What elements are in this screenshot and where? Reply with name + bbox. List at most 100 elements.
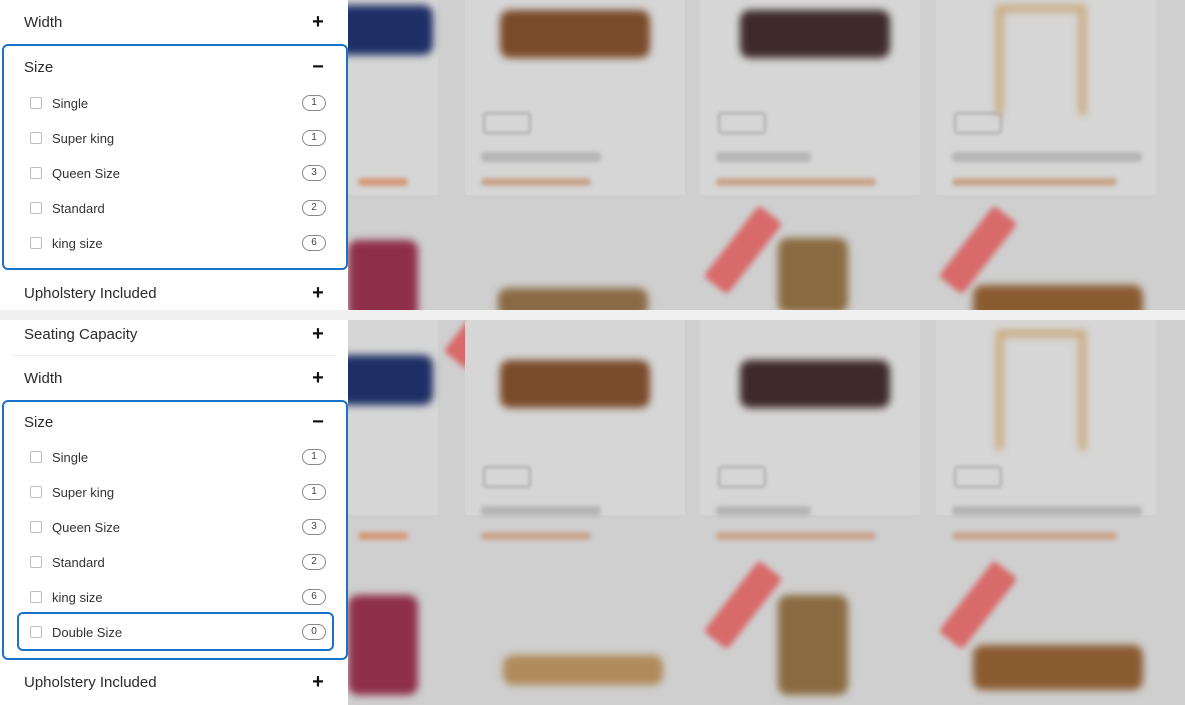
product-image xyxy=(973,285,1143,310)
checkbox[interactable] xyxy=(30,521,42,533)
product-card xyxy=(700,320,920,516)
size-option-standard[interactable]: Standard 2 xyxy=(30,197,326,219)
option-count-badge: 3 xyxy=(302,165,326,181)
sale-ribbon xyxy=(703,205,783,295)
size-option-queen[interactable]: Queen Size 3 xyxy=(30,516,326,538)
product-card xyxy=(348,0,438,195)
filter-upholstery-label: Upholstery Included xyxy=(24,284,157,302)
product-price xyxy=(358,178,408,186)
product-card xyxy=(348,320,438,515)
collapse-icon[interactable]: − xyxy=(312,411,324,434)
option-label: Standard xyxy=(52,554,105,570)
size-option-super-king[interactable]: Super king 1 xyxy=(30,481,326,503)
product-image xyxy=(503,655,663,685)
size-option-single[interactable]: Single 1 xyxy=(30,92,326,114)
filter-upholstery-label: Upholstery Included xyxy=(24,673,157,691)
filter-width-header[interactable]: Width + xyxy=(0,356,348,400)
checkbox[interactable] xyxy=(30,167,42,179)
product-card xyxy=(936,0,1156,195)
product-price xyxy=(952,532,1117,540)
expand-icon[interactable]: + xyxy=(312,11,324,34)
option-count-badge: 2 xyxy=(302,554,326,570)
sale-ribbon xyxy=(703,560,783,650)
size-option-queen[interactable]: Queen Size 3 xyxy=(30,162,326,184)
product-card xyxy=(936,320,1156,516)
product-grid-dimmed xyxy=(348,320,1185,705)
option-count-badge: 1 xyxy=(302,449,326,465)
product-image xyxy=(740,360,890,408)
product-image xyxy=(348,355,433,405)
filter-upholstery-header[interactable]: Upholstery Included + xyxy=(0,271,348,310)
product-image xyxy=(348,240,418,310)
expand-icon[interactable]: + xyxy=(312,323,324,346)
product-price xyxy=(952,178,1117,186)
product-title xyxy=(481,506,601,516)
option-label: Double Size xyxy=(52,624,123,640)
option-label: king size xyxy=(52,589,103,605)
product-price xyxy=(716,178,876,186)
checkbox[interactable] xyxy=(30,626,42,638)
checkbox[interactable] xyxy=(30,451,42,463)
option-count-badge: 1 xyxy=(302,95,326,111)
size-option-standard[interactable]: Standard 2 xyxy=(30,551,326,573)
expand-icon[interactable]: + xyxy=(312,671,324,694)
expand-icon[interactable]: + xyxy=(312,282,324,305)
option-count-badge: 2 xyxy=(302,200,326,216)
size-option-king[interactable]: king size 6 xyxy=(30,586,326,608)
product-image xyxy=(500,10,650,58)
product-image xyxy=(778,595,848,695)
product-image xyxy=(973,645,1143,690)
product-card xyxy=(465,320,685,516)
collapse-icon[interactable]: − xyxy=(312,56,324,79)
checkbox[interactable] xyxy=(30,591,42,603)
filter-size-header[interactable]: Size − xyxy=(0,45,348,89)
checkbox[interactable] xyxy=(30,132,42,144)
filter-sidebar: Width + Size − Single 1 Super king 1 Que… xyxy=(0,0,348,310)
checkbox[interactable] xyxy=(30,486,42,498)
product-title xyxy=(952,506,1142,516)
filter-width-label: Width xyxy=(24,13,63,31)
checkbox[interactable] xyxy=(30,97,42,109)
filter-seating-label: Seating Capacity xyxy=(24,325,138,343)
product-price xyxy=(481,532,591,540)
product-title xyxy=(716,152,811,162)
option-label: king size xyxy=(52,235,103,251)
option-label: Queen Size xyxy=(52,165,120,181)
option-count-badge: 1 xyxy=(302,484,326,500)
option-label: Standard xyxy=(52,200,105,216)
filter-size-label: Size xyxy=(24,413,54,431)
filter-size-label: Size xyxy=(24,58,54,76)
product-image xyxy=(996,5,1086,115)
checkbox[interactable] xyxy=(30,237,42,249)
filter-seating-header[interactable]: Seating Capacity + xyxy=(0,320,348,356)
quick-view-button xyxy=(718,112,766,134)
option-label: Super king xyxy=(52,484,115,500)
product-price xyxy=(716,532,876,540)
product-image xyxy=(500,360,650,408)
product-image xyxy=(740,10,890,58)
option-label: Queen Size xyxy=(52,519,120,535)
product-price xyxy=(358,532,408,540)
quick-view-button xyxy=(483,112,531,134)
size-option-single[interactable]: Single 1 xyxy=(30,446,326,468)
sale-ribbon xyxy=(938,560,1018,650)
option-count-badge: 3 xyxy=(302,519,326,535)
filter-sidebar: Seating Capacity + Width + Size − Single… xyxy=(0,320,348,705)
filter-width-header[interactable]: Width + xyxy=(0,0,348,44)
product-title xyxy=(716,506,811,516)
option-label: Super king xyxy=(52,130,115,146)
checkbox[interactable] xyxy=(30,556,42,568)
filter-size-header[interactable]: Size − xyxy=(0,400,348,444)
size-option-king[interactable]: king size 6 xyxy=(30,232,326,254)
size-option-double[interactable]: Double Size 0 xyxy=(30,621,326,643)
size-option-super-king[interactable]: Super king 1 xyxy=(30,127,326,149)
expand-icon[interactable]: + xyxy=(312,367,324,390)
product-image xyxy=(778,238,848,310)
filter-screenshot-after: Seating Capacity + Width + Size − Single… xyxy=(0,320,1185,705)
filter-width-label: Width xyxy=(24,369,63,387)
product-card xyxy=(700,0,920,195)
option-count-badge: 0 xyxy=(302,624,326,640)
filter-upholstery-header[interactable]: Upholstery Included + xyxy=(0,660,348,704)
checkbox[interactable] xyxy=(30,202,42,214)
quick-view-button xyxy=(954,466,1002,488)
